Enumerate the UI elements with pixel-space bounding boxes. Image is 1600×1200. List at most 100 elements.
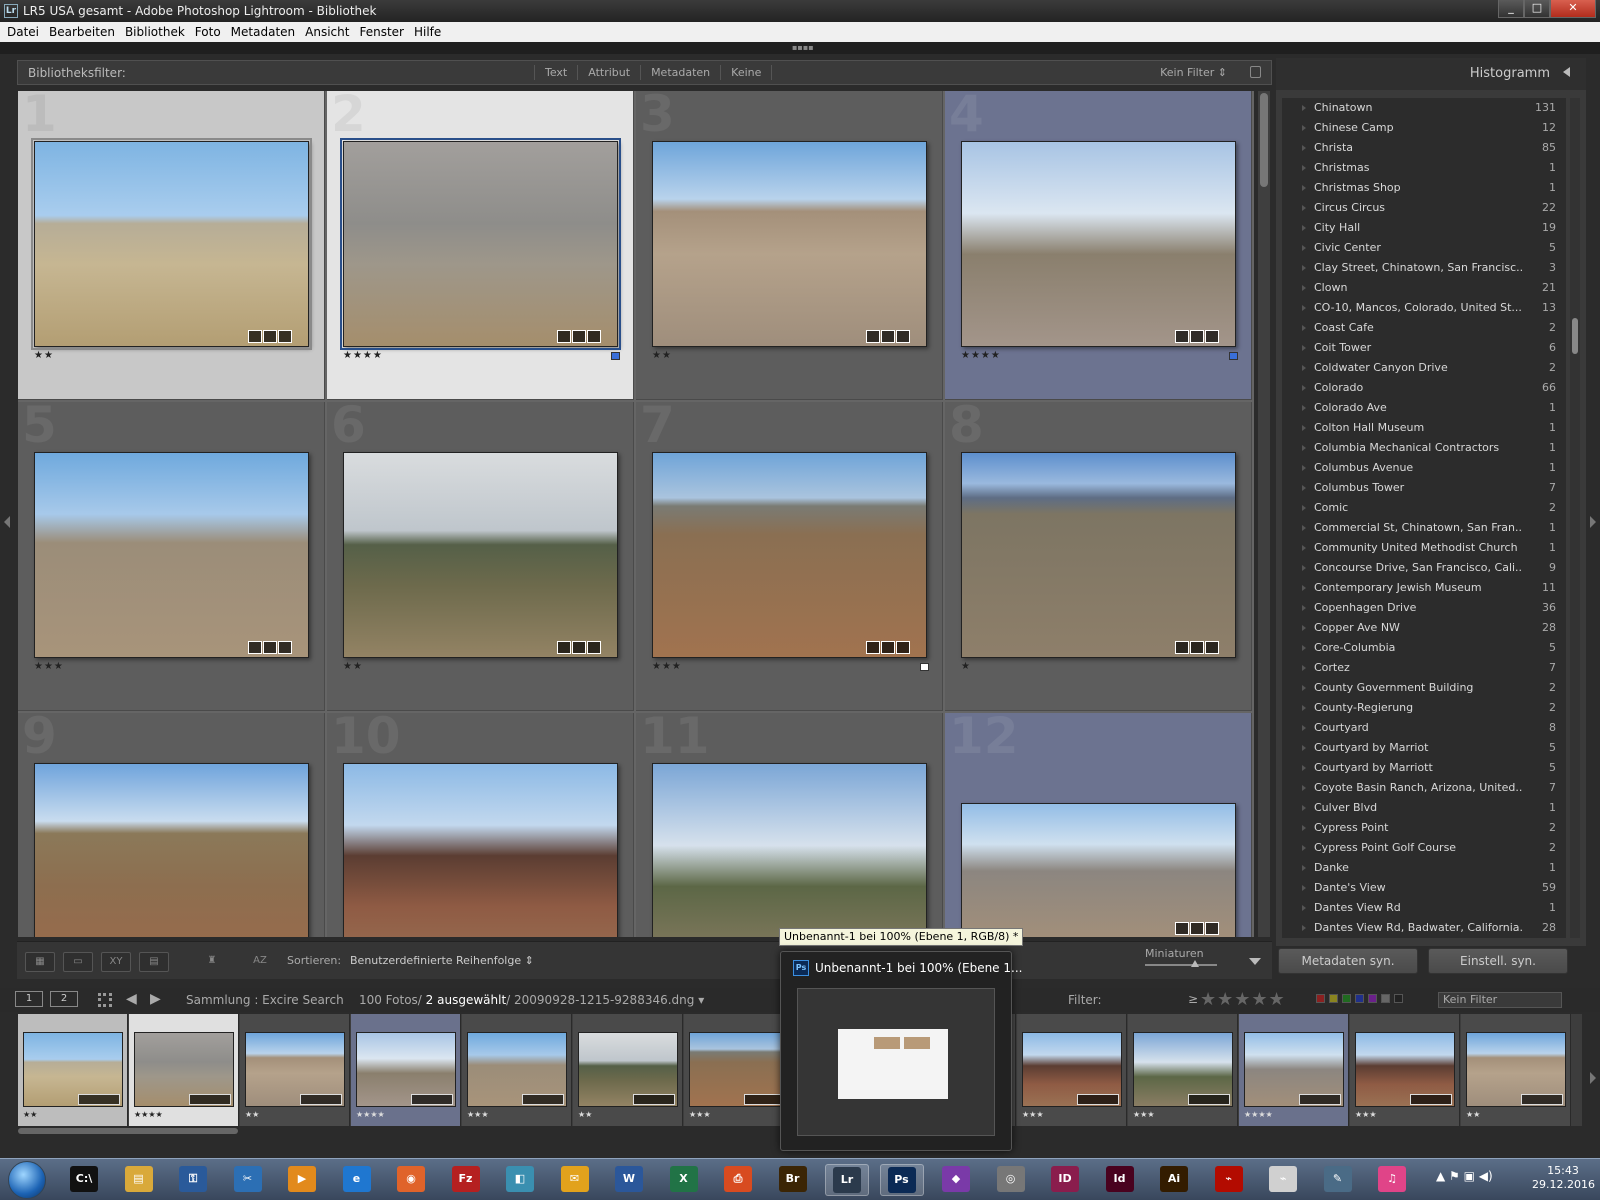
photoshop-taskbar-preview[interactable]: Ps Unbenannt-1 bei 100% (Ebene 1...: [780, 951, 1022, 1151]
keyword-badge-icon[interactable]: [1175, 330, 1189, 343]
keyword-row[interactable]: Cortez 7: [1282, 658, 1566, 678]
star-rating[interactable]: ★★★★: [343, 350, 383, 361]
develop-badge-icon[interactable]: [587, 330, 601, 343]
photo-thumbnail[interactable]: [652, 141, 927, 347]
keyword-row[interactable]: Cypress Point Golf Course 2: [1282, 838, 1566, 858]
expand-triangle-icon[interactable]: [1302, 805, 1306, 811]
keyword-row[interactable]: Cypress Point 2: [1282, 818, 1566, 838]
keyword-row[interactable]: Community United Methodist Church 1: [1282, 538, 1566, 558]
keyword-row[interactable]: Coast Cafe 2: [1282, 318, 1566, 338]
filmstrip-cell[interactable]: ★★: [1461, 1014, 1571, 1126]
source-info[interactable]: Sammlung : Excire Search 100 Fotos/ 2 au…: [186, 993, 704, 1007]
photo-thumbnail[interactable]: [343, 763, 618, 937]
grid-cell[interactable]: 9: [18, 713, 325, 937]
lock-icon[interactable]: [1250, 66, 1261, 78]
grid-cell[interactable]: 5 ★★★: [18, 402, 325, 711]
menu-hilfe[interactable]: Hilfe: [409, 25, 446, 39]
keyword-scrollbar[interactable]: [1570, 98, 1580, 938]
photo-thumbnail[interactable]: [340, 138, 621, 350]
keyword-badge-icon[interactable]: [248, 330, 262, 343]
keyword-row[interactable]: Clown 21: [1282, 278, 1566, 298]
keyword-badge-icon[interactable]: [1175, 922, 1189, 935]
keyword-row[interactable]: Dante's View 59: [1282, 878, 1566, 898]
expand-triangle-icon[interactable]: [1302, 345, 1306, 351]
photo-thumbnail[interactable]: [652, 452, 927, 658]
grid-cell[interactable]: 2 ★★★★: [327, 91, 634, 400]
grid-cell[interactable]: 11: [636, 713, 943, 937]
develop-badge-icon[interactable]: [896, 330, 910, 343]
histogram-header[interactable]: Histogramm: [1276, 58, 1586, 90]
filmstrip-cell[interactable]: ★★: [573, 1014, 683, 1126]
keyword-row[interactable]: Courtyard by Marriott 5: [1282, 758, 1566, 778]
filmstrip-cell[interactable]: ★★★★: [129, 1014, 239, 1126]
keyword-badge-icon[interactable]: [866, 641, 880, 654]
green-label-icon[interactable]: [1342, 994, 1351, 1003]
expand-triangle-icon[interactable]: [1302, 505, 1306, 511]
expand-triangle-icon[interactable]: [1302, 405, 1306, 411]
expand-triangle-icon[interactable]: [1302, 925, 1306, 931]
grid-cell[interactable]: 3 ★★: [636, 91, 943, 400]
taskbar-excel-icon[interactable]: X: [662, 1164, 706, 1196]
develop-badge-icon[interactable]: [1205, 922, 1219, 935]
photo-thumbnail[interactable]: [343, 452, 618, 658]
menu-metadaten[interactable]: Metadaten: [226, 25, 300, 39]
thumbnail-badges[interactable]: [1174, 330, 1219, 343]
system-tray-icons[interactable]: ▲ ⚑ ▣ ◀): [1436, 1169, 1493, 1183]
taskbar-lightroom-icon[interactable]: Lr: [825, 1164, 869, 1196]
star-rating[interactable]: ★★: [34, 350, 54, 361]
photo-thumbnail[interactable]: [652, 763, 927, 937]
keyword-row[interactable]: Dantes View Rd, Badwater, California... 2…: [1282, 918, 1566, 938]
taskbar-notes-icon[interactable]: ◧: [498, 1164, 542, 1196]
keyword-scroll-thumb[interactable]: [1572, 318, 1578, 354]
expand-triangle-icon[interactable]: [1302, 585, 1306, 591]
menu-ansicht[interactable]: Ansicht: [300, 25, 354, 39]
taskbar-cmd-icon[interactable]: C:\: [62, 1164, 106, 1196]
keyword-badge-icon[interactable]: [557, 330, 571, 343]
filmstrip-cell[interactable]: ★★★: [462, 1014, 572, 1126]
expand-triangle-icon[interactable]: [1302, 165, 1306, 171]
purple-label-icon[interactable]: [1368, 994, 1377, 1003]
taskbar-tools-icon[interactable]: ✂: [226, 1164, 270, 1196]
star-rating[interactable]: ★★: [652, 350, 672, 361]
keyword-row[interactable]: Colorado Ave 1: [1282, 398, 1566, 418]
keyword-row[interactable]: Circus Circus 22: [1282, 198, 1566, 218]
keyword-row[interactable]: Christa 85: [1282, 138, 1566, 158]
forward-arrow-icon[interactable]: ▶: [150, 991, 161, 1007]
keyword-row[interactable]: County-Regierung 2: [1282, 698, 1566, 718]
painter-spray-icon[interactable]: ♜: [197, 952, 227, 972]
expand-triangle-icon[interactable]: [1302, 605, 1306, 611]
menu-datei[interactable]: Datei: [2, 25, 44, 39]
close-button[interactable]: ✕: [1550, 0, 1596, 18]
taskbar-pen-icon[interactable]: ✎: [1316, 1164, 1360, 1196]
filmstrip-cell[interactable]: ★★★: [1017, 1014, 1127, 1126]
survey-view-icon[interactable]: ▤: [139, 952, 169, 972]
slider-handle-icon[interactable]: [1191, 960, 1200, 967]
develop-badge-icon[interactable]: [278, 330, 292, 343]
keyword-row[interactable]: Colorado 66: [1282, 378, 1566, 398]
star-rating[interactable]: ★: [961, 661, 971, 672]
start-button[interactable]: [8, 1161, 46, 1199]
keyword-row[interactable]: Dantes View Rd 1: [1282, 898, 1566, 918]
expand-triangle-icon[interactable]: [1302, 545, 1306, 551]
develop-badge-icon[interactable]: [1205, 641, 1219, 654]
collapse-triangle-icon[interactable]: [1563, 67, 1570, 77]
collection-badge-icon[interactable]: [881, 641, 895, 654]
taskbar-bridge-icon[interactable]: Br: [771, 1164, 815, 1196]
keyword-badge-icon[interactable]: [866, 330, 880, 343]
filter-tab-attribute[interactable]: Attribut: [577, 65, 640, 80]
filmstrip-cell[interactable]: ★★★★: [1239, 1014, 1349, 1126]
keyword-badge-icon[interactable]: [557, 641, 571, 654]
expand-triangle-icon[interactable]: [1302, 265, 1306, 271]
keyword-row[interactable]: Courtyard by Marriot 5: [1282, 738, 1566, 758]
taskbar-indesign-a-icon[interactable]: ID: [1043, 1164, 1087, 1196]
keyword-row[interactable]: Copenhagen Drive 36: [1282, 598, 1566, 618]
sync-metadata-button[interactable]: Metadaten syn.: [1278, 948, 1418, 974]
collection-badge-icon[interactable]: [1190, 641, 1204, 654]
keyword-row[interactable]: Core-Columbia 5: [1282, 638, 1566, 658]
taskbar-word-icon[interactable]: W: [607, 1164, 651, 1196]
taskbar-acrobat-b-icon[interactable]: ⌁: [1261, 1164, 1305, 1196]
top-panel-grip[interactable]: ▪▪▪▪: [0, 42, 1600, 54]
main-window-button[interactable]: 1: [15, 991, 43, 1007]
keyword-row[interactable]: Chinese Camp 12: [1282, 118, 1566, 138]
expand-triangle-icon[interactable]: [1302, 185, 1306, 191]
